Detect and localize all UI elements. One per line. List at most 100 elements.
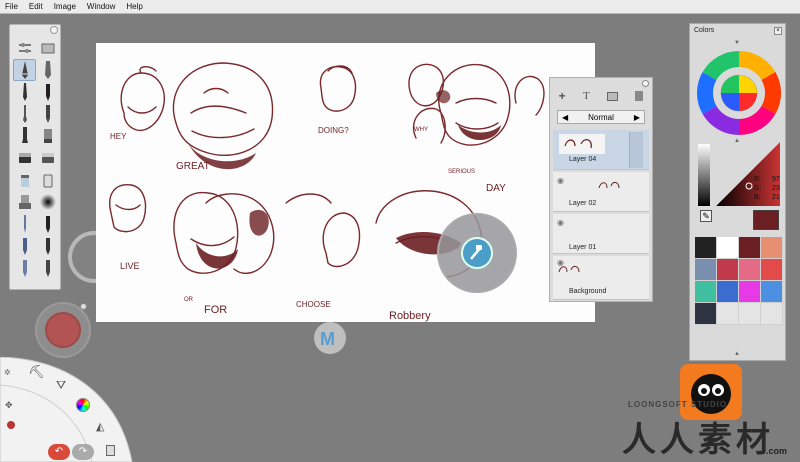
color-picker-triangle[interactable] — [696, 142, 782, 212]
technical-pen-tool-icon[interactable] — [36, 235, 59, 257]
select-tool-icon[interactable]: ◭ — [96, 420, 104, 433]
blender-tool-icon[interactable] — [36, 125, 59, 147]
felt-pen-tool-icon[interactable] — [36, 213, 59, 235]
current-color-dot — [45, 312, 81, 348]
image-layer-icon[interactable] — [607, 91, 619, 101]
move-icon[interactable]: ✥ — [5, 400, 13, 411]
colors-close-icon[interactable]: × — [774, 27, 782, 35]
panel-resize-grip[interactable]: ▲ — [734, 351, 740, 357]
fine-pen-tool-icon[interactable] — [13, 213, 36, 235]
colors-panel-title: Colors — [694, 27, 715, 34]
layer-scroll-control[interactable] — [629, 132, 643, 168]
swatch[interactable] — [695, 303, 717, 325]
transform-puck[interactable] — [437, 213, 517, 293]
blend-mode-select[interactable]: ◀ Normal ▶ — [557, 110, 645, 124]
redo-icon[interactable]: ↷ — [72, 444, 94, 460]
hard-brush-icon[interactable] — [36, 257, 59, 279]
menu-bar: File Edit Image Window Help — [0, 0, 800, 14]
pencil-tool-icon[interactable] — [13, 59, 36, 81]
swatch[interactable] — [717, 237, 739, 259]
chisel-brush-tool-icon[interactable] — [13, 125, 36, 147]
blend-prev-icon[interactable]: ◀ — [562, 113, 568, 122]
rgb-readout-g-label: G: — [754, 185, 762, 192]
close-icon[interactable] — [50, 26, 58, 34]
swatch[interactable] — [761, 237, 783, 259]
smudge-tool-icon[interactable] — [36, 169, 59, 191]
layer-thumbnail — [559, 134, 605, 154]
pages-icon[interactable] — [106, 445, 115, 456]
sketch-caption-robbery: Robbery — [389, 310, 431, 322]
eraser-tool-icon[interactable] — [13, 147, 36, 169]
color-wheel[interactable] — [696, 50, 782, 136]
swatch[interactable] — [761, 303, 783, 325]
brush-library-icon[interactable] — [36, 37, 59, 59]
swatch[interactable] — [739, 259, 761, 281]
puck-close-icon[interactable] — [80, 303, 87, 310]
layer-visibility-icon[interactable]: ◉ — [557, 218, 564, 227]
current-color-swatch[interactable] — [753, 210, 779, 230]
swatch[interactable] — [695, 281, 717, 303]
menu-edit[interactable]: Edit — [24, 0, 49, 14]
swatch[interactable] — [695, 237, 717, 259]
brush-tool-icon[interactable]: ⛏ — [28, 364, 45, 380]
blend-next-icon[interactable]: ▶ — [634, 113, 640, 122]
menu-window[interactable]: Window — [82, 0, 121, 14]
layer-row-background[interactable]: ◉ Background — [553, 256, 649, 300]
brush-settings-icon[interactable] — [13, 37, 36, 59]
swatch[interactable] — [739, 303, 761, 325]
trash-icon[interactable] — [635, 91, 644, 101]
layer-row-04[interactable]: Layer 04 — [553, 130, 649, 170]
drawing-canvas[interactable]: HEY GREAT DOING? WHY SERIOUS DAY LIVE OR… — [96, 43, 595, 322]
rgb-readout-b: 21 — [772, 194, 780, 201]
record-icon[interactable] — [7, 421, 15, 429]
swatch[interactable] — [761, 281, 783, 303]
color-wheel-icon[interactable] — [76, 398, 90, 412]
sketch-caption-for: FOR — [204, 304, 227, 316]
airbrush-tool-icon[interactable] — [36, 103, 59, 125]
add-layer-icon[interactable]: + — [559, 89, 566, 103]
sketch-caption-doing: DOING? — [318, 126, 349, 135]
soft-eraser-tool-icon[interactable] — [36, 147, 59, 169]
swatch[interactable] — [695, 259, 717, 281]
swatch[interactable] — [739, 237, 761, 259]
swatch[interactable] — [717, 303, 739, 325]
layer-row-02[interactable]: ◉ Layer 02 — [553, 172, 649, 212]
layer-row-01[interactable]: ◉ Layer 01 — [553, 214, 649, 254]
lagoon-settings-icon[interactable]: ✲ — [4, 368, 11, 377]
menu-image[interactable]: Image — [49, 0, 82, 14]
swatch[interactable] — [717, 259, 739, 281]
swatch[interactable] — [761, 259, 783, 281]
ink-pen-tool-icon[interactable] — [36, 81, 59, 103]
sketch-caption-serious: SERIOUS — [448, 169, 475, 175]
brush-palette — [9, 24, 61, 290]
ballpoint-tool-icon[interactable] — [13, 81, 36, 103]
menu-help[interactable]: Help — [121, 0, 148, 14]
fill-tool-icon[interactable]: ⛛ — [56, 378, 66, 393]
layer-thumbnail — [557, 262, 585, 276]
marker-tool-icon[interactable] — [36, 59, 59, 81]
undo-icon[interactable]: ↶ — [48, 444, 70, 460]
collapse-arrow-icon[interactable]: ▼ — [734, 40, 740, 46]
sketch-caption-live: LIVE — [120, 261, 140, 271]
rgb-readout-g: 23 — [772, 185, 780, 192]
pen-icon — [470, 245, 482, 260]
rgb-readout-r: 97 — [772, 176, 780, 183]
synthetic-brush-icon[interactable] — [13, 257, 36, 279]
site-logo: 人人素材 .com LOONGSOFT STUDIO — [618, 362, 800, 462]
blend-mode-label: Normal — [588, 112, 614, 122]
layers-close-icon[interactable] — [642, 80, 649, 87]
menu-file[interactable]: File — [0, 0, 24, 14]
paint-bucket-tool-icon[interactable] — [13, 169, 36, 191]
swatch[interactable] — [739, 281, 761, 303]
eyedropper-icon[interactable]: ✎ — [700, 210, 712, 222]
layer-visibility-icon[interactable]: ◉ — [557, 176, 564, 185]
transform-puck-center[interactable] — [461, 237, 493, 269]
swatch[interactable] — [717, 281, 739, 303]
text-layer-icon[interactable]: T — [583, 90, 590, 102]
texture-brush-icon[interactable] — [36, 191, 59, 213]
brush-color-puck[interactable] — [35, 302, 91, 358]
paint-brush-tool-icon[interactable] — [13, 103, 36, 125]
calligraphy-tool-icon[interactable] — [13, 235, 36, 257]
layer-thumbnail — [595, 178, 623, 192]
stamp-tool-icon[interactable] — [13, 191, 36, 213]
